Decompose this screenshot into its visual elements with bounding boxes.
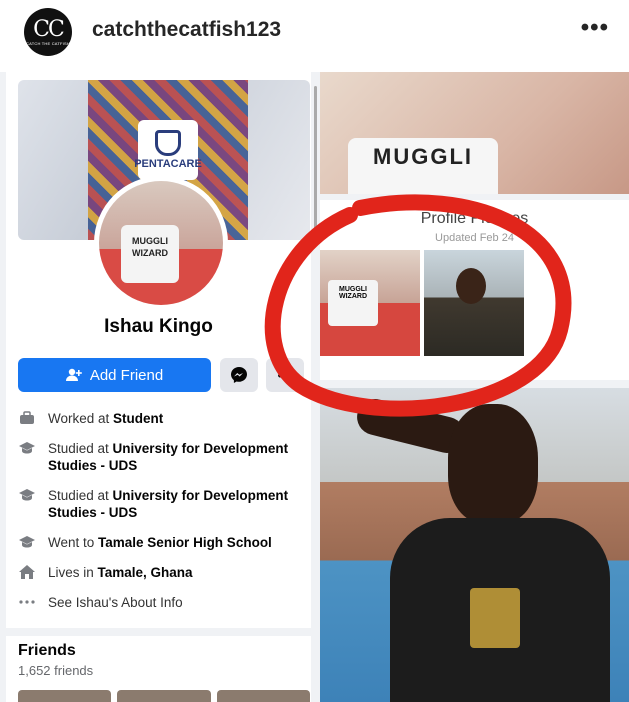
- about-prefix: Lives in: [48, 565, 98, 580]
- album-updated: Updated Feb 24: [435, 232, 514, 244]
- scrollbar[interactable]: [314, 86, 317, 246]
- photos-column: MUGGLI Profile Pictures Updated Feb 24 M…: [320, 72, 629, 702]
- about-value[interactable]: Student: [113, 411, 163, 426]
- home-icon: [18, 564, 36, 580]
- graduation-cap-icon: [18, 534, 36, 550]
- ellipsis-icon: [18, 594, 36, 610]
- messenger-icon: [231, 367, 247, 383]
- about-prefix: Worked at: [48, 411, 114, 426]
- avatar-initials: CC: [33, 16, 65, 42]
- instagram-post-header: CC CATCH THE CATFISH catchthecatfish123 …: [0, 0, 629, 62]
- profile-name: Ishau Kingo: [104, 316, 213, 337]
- album-thumbnail[interactable]: MUGGLI WIZARD: [320, 250, 420, 356]
- message-button[interactable]: [220, 358, 258, 392]
- about-item-work: Worked at Student: [18, 410, 310, 427]
- pentacare-logo: PENTACARE: [134, 120, 202, 180]
- mug-print: MUGGLI WIZARD: [328, 280, 378, 326]
- album-title: Profile Pictures: [420, 210, 529, 227]
- graduation-cap-icon: [18, 440, 36, 456]
- add-friend-label: Add Friend: [89, 366, 164, 384]
- about-item-high-school: Went to Tamale Senior High School: [18, 534, 310, 551]
- about-prefix: Went to: [48, 535, 99, 550]
- section-divider: [6, 628, 311, 636]
- add-friend-button[interactable]: Add Friend: [18, 358, 211, 392]
- about-prefix: Studied at: [48, 488, 113, 503]
- account-username[interactable]: catchthecatfish123: [92, 18, 281, 42]
- graduation-cap-icon: [18, 487, 36, 503]
- account-avatar[interactable]: CC CATCH THE CATFISH: [24, 8, 72, 56]
- photo-subject: [448, 404, 538, 524]
- about-list: Worked at Student Studied at University …: [18, 410, 310, 624]
- about-info-label: See Ishau's About Info: [48, 595, 183, 610]
- friends-count: 1,652 friends: [18, 663, 94, 678]
- mug-print: MUGGLI WIZARD: [121, 225, 179, 283]
- mug-print: MUGGLI: [348, 138, 498, 194]
- add-person-icon: [65, 368, 82, 381]
- friends-thumbnails: [18, 690, 310, 702]
- friend-thumbnail[interactable]: [117, 690, 211, 702]
- avatar-subtext: CATCH THE CATFISH: [26, 40, 70, 46]
- more-actions-button[interactable]: •••: [266, 358, 304, 392]
- large-photo[interactable]: [320, 388, 629, 702]
- about-info-link[interactable]: See Ishau's About Info: [18, 594, 310, 611]
- top-photo[interactable]: MUGGLI: [320, 72, 629, 194]
- about-prefix: Studied at: [48, 441, 113, 456]
- about-value[interactable]: Tamale, Ghana: [98, 565, 193, 580]
- about-value[interactable]: Tamale Senior High School: [98, 535, 272, 550]
- cover-logo-text: PENTACARE: [134, 158, 202, 170]
- post-options-button[interactable]: •••: [581, 14, 609, 42]
- photo-subject: [456, 268, 486, 304]
- friends-title[interactable]: Friends: [18, 642, 76, 660]
- friend-thumbnail[interactable]: [216, 690, 310, 702]
- about-item-education: Studied at University for Development St…: [18, 440, 310, 474]
- shirt-print: [470, 588, 520, 648]
- profile-picture[interactable]: MUGGLI WIZARD: [94, 176, 228, 310]
- profile-column: PENTACARE MUGGLI WIZARD Ishau Kingo Add …: [6, 72, 311, 702]
- album-thumbnail[interactable]: [424, 250, 524, 356]
- profile-picture-image: MUGGLI WIZARD: [99, 181, 223, 305]
- about-item-residence: Lives in Tamale, Ghana: [18, 564, 310, 581]
- profile-pictures-album[interactable]: Profile Pictures Updated Feb 24 MUGGLI W…: [320, 200, 629, 380]
- about-item-education: Studied at University for Development St…: [18, 487, 310, 521]
- facebook-profile-screenshot: PENTACARE MUGGLI WIZARD Ishau Kingo Add …: [0, 72, 629, 702]
- shield-icon: [155, 130, 181, 156]
- friend-thumbnail[interactable]: [18, 690, 112, 702]
- briefcase-icon: [18, 410, 36, 426]
